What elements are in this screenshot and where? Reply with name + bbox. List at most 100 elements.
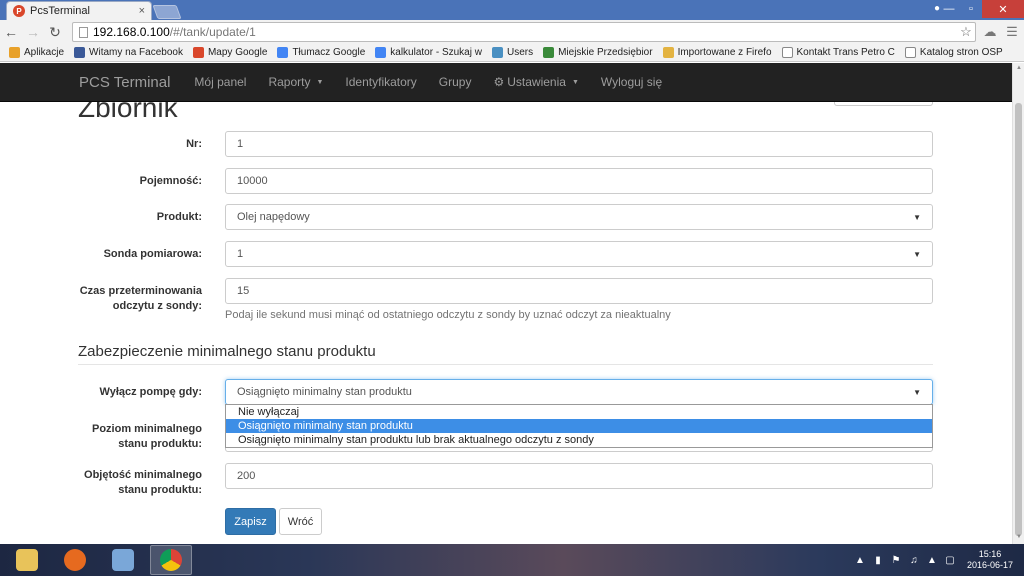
nr-label: Nr:	[186, 138, 202, 150]
dropdown-option[interactable]: Osiągnięto minimalny stan produktu lub b…	[226, 433, 932, 447]
facebook-icon	[74, 47, 86, 58]
capacity-input[interactable]: 10000	[225, 168, 933, 194]
scroll-up-icon[interactable]: ▲	[1015, 65, 1023, 73]
expiry-input[interactable]: 15	[225, 278, 933, 304]
globe-icon	[491, 47, 503, 58]
bookmark-label: Aplikacje	[24, 47, 65, 58]
battery-icon[interactable]: ▮	[872, 555, 884, 566]
firefox-icon	[64, 549, 86, 571]
volume-icon[interactable]: ♫	[908, 555, 920, 566]
bookmark-item[interactable]: Miejskie Przedsiębior	[538, 47, 657, 58]
section-title: Zabezpieczenie minimalnego stanu produkt…	[78, 343, 376, 360]
select-arrow-icon: ▼	[913, 212, 921, 222]
menu-icon[interactable]: ☰	[1002, 22, 1022, 42]
browser-tab[interactable]: P PcsTerminal ×	[6, 1, 152, 20]
expiry-label: Czas przeterminowania odczytu z sondy:	[79, 285, 202, 312]
url-text[interactable]: 192.168.0.100/#/tank/update/1	[93, 25, 952, 39]
show-hidden-icons-icon[interactable]: ▲	[854, 555, 866, 566]
section-divider	[78, 364, 933, 365]
bookmark-item[interactable]: Aplikacje	[4, 47, 69, 58]
dropdown-option[interactable]: Nie wyłączaj	[226, 405, 932, 419]
brand-link[interactable]: PCS Terminal	[79, 74, 170, 91]
browser-toolbar: ← → ↻ 192.168.0.100/#/tank/update/1 ☆ ☁ …	[0, 20, 1024, 44]
min-volume-label: Objętość minimalnego stanu produktu:	[84, 469, 202, 496]
bookmark-item[interactable]: Katalog stron OSP	[900, 47, 1008, 58]
forward-arrow-icon[interactable]: →	[22, 21, 44, 43]
tab-title: PcsTerminal	[30, 5, 90, 17]
bookmark-label: Users	[506, 47, 534, 58]
bookmark-item[interactable]: Tłumacz Google	[272, 47, 370, 58]
paint-icon	[112, 549, 134, 571]
translate-icon	[277, 47, 289, 58]
caret-down-icon: ▼	[571, 78, 579, 86]
bookmark-item[interactable]: kalkulator - Szukaj w	[370, 47, 487, 58]
nav-settings[interactable]: ⚙ Ustawienia ▼	[482, 75, 589, 89]
chrome-icon	[160, 549, 182, 571]
address-bar[interactable]: 192.168.0.100/#/tank/update/1 ☆	[72, 22, 976, 42]
select-arrow-icon: ▼	[913, 249, 921, 259]
save-button[interactable]: Zapisz	[225, 508, 276, 535]
bookmark-item[interactable]: Witamy na Facebook	[69, 47, 188, 58]
file-explorer-icon	[16, 549, 38, 571]
minimize-button[interactable]: —	[938, 0, 960, 18]
bookmark-label: Miejskie Przedsiębior	[558, 47, 653, 58]
star-bookmark-icon[interactable]: ☆	[957, 23, 975, 41]
expiry-help-text: Podaj ile sekund musi minąć od ostatnieg…	[225, 309, 671, 321]
bookmark-item[interactable]: Kontakt Trans Petro C	[777, 47, 900, 58]
back-arrow-icon[interactable]: ←	[0, 21, 22, 43]
page-scrollbar[interactable]: ▲ ▼	[1012, 63, 1024, 544]
nav-groups[interactable]: Grupy	[428, 75, 483, 89]
taskbar-app-chrome[interactable]	[150, 545, 192, 575]
reload-icon[interactable]: ↻	[44, 21, 66, 43]
network-icon[interactable]: ▲	[926, 555, 938, 566]
nav-reports[interactable]: Raporty ▼	[257, 75, 334, 89]
taskbar-app-firefox[interactable]	[54, 545, 96, 575]
close-window-button[interactable]: ✕	[982, 0, 1024, 18]
extension-icons: ☁ ☰	[980, 22, 1022, 42]
scroll-down-icon[interactable]: ▼	[1015, 534, 1023, 542]
back-button[interactable]: Wróć	[279, 508, 322, 535]
maximize-button[interactable]: ▫	[960, 0, 982, 18]
dropdown-option-selected[interactable]: Osiągnięto minimalny stan produktu	[226, 419, 932, 433]
scroll-thumb[interactable]	[1015, 103, 1022, 536]
probe-select[interactable]: 1 ▼	[225, 241, 933, 267]
taskbar-app-explorer[interactable]	[6, 545, 48, 575]
pump-off-select[interactable]: Osiągnięto minimalny stan produktu ▼	[225, 379, 933, 405]
window-controls: — ▫ ✕	[938, 0, 1024, 20]
google-g-icon	[375, 47, 387, 58]
page-icon	[904, 47, 916, 58]
folder-icon	[662, 47, 674, 58]
bookmark-label: Tłumacz Google	[292, 47, 366, 58]
probe-label: Sonda pomiarowa:	[103, 248, 202, 260]
nav-identifiers[interactable]: Identyfikatory	[334, 75, 427, 89]
pump-off-label: Wyłącz pompę gdy:	[99, 386, 202, 398]
tab-close-icon[interactable]: ×	[139, 5, 145, 17]
nav-logout[interactable]: Wyloguj się	[590, 75, 673, 89]
capacity-label: Pojemność:	[139, 175, 202, 187]
flag-icon[interactable]: ⚑	[890, 555, 902, 566]
apps-grid-icon	[9, 47, 20, 58]
new-tab-button[interactable]	[152, 5, 182, 19]
bookmarks-bar: Aplikacje Witamy na Facebook Mapy Google Tł…	[0, 44, 1024, 62]
bookmark-item[interactable]: Importowane z Firefo	[658, 47, 777, 58]
browser-titlebar: P PcsTerminal × ● — ▫ ✕	[0, 0, 1024, 20]
bookmark-label: Importowane z Firefo	[677, 47, 772, 58]
system-clock[interactable]: 15:16 2016-06-17	[962, 549, 1018, 571]
bookmark-item[interactable]: Users	[487, 47, 538, 58]
page-icon	[781, 47, 793, 58]
system-tray: ▲ ▮ ⚑ ♫ ▲ ▢ 15:16 2016-06-17	[854, 544, 1018, 576]
product-select[interactable]: Olej napędowy ▼	[225, 204, 933, 230]
taskbar-app-paint[interactable]	[102, 545, 144, 575]
bookmark-label: Witamy na Facebook	[89, 47, 183, 58]
nav-my-panel[interactable]: Mój panel	[183, 75, 257, 89]
header-button[interactable]	[834, 102, 933, 106]
page-icon	[79, 26, 88, 38]
nr-input[interactable]: 1	[225, 131, 933, 157]
cloud-icon[interactable]: ☁	[980, 22, 1000, 42]
bookmark-label: kalkulator - Szukaj w	[390, 47, 482, 58]
language-icon[interactable]: ▢	[944, 555, 956, 566]
site-icon	[543, 47, 555, 58]
min-volume-input[interactable]: 200	[225, 463, 933, 489]
bookmark-item[interactable]: Mapy Google	[188, 47, 272, 58]
select-arrow-icon: ▼	[913, 387, 921, 397]
